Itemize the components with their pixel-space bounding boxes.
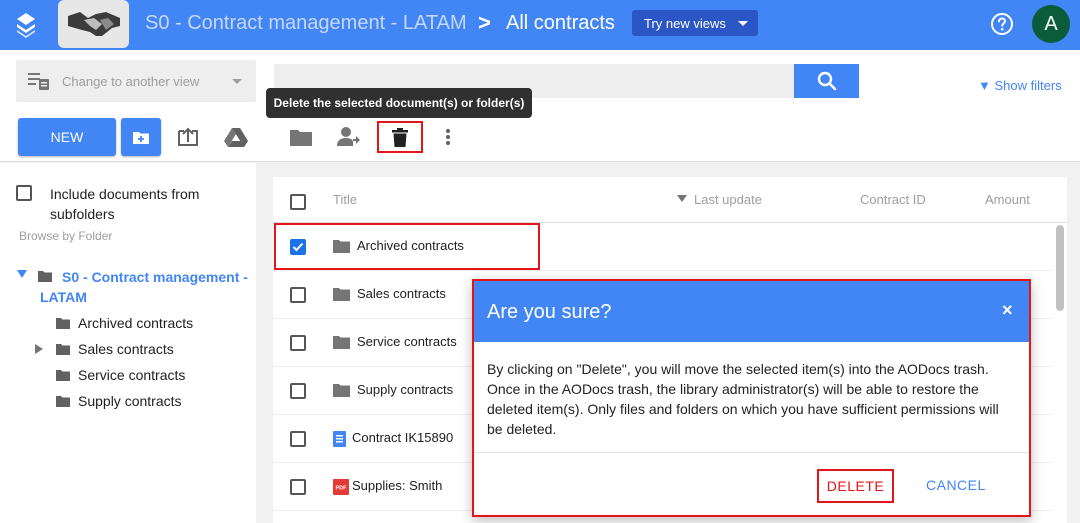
trash-icon bbox=[392, 127, 408, 147]
top-app-bar: S0 - Contract management - LATAM > All c… bbox=[0, 0, 1080, 50]
tree-item-service-contracts[interactable]: Service contracts bbox=[56, 365, 185, 385]
row-checkbox[interactable] bbox=[290, 335, 306, 351]
upload-icon[interactable] bbox=[176, 125, 200, 149]
cancel-button[interactable]: CANCEL bbox=[926, 477, 986, 493]
row-title[interactable]: Service contracts bbox=[357, 334, 457, 349]
right-gutter bbox=[1067, 163, 1080, 523]
folder-icon bbox=[333, 287, 350, 306]
row-title[interactable]: Supplies: Smith bbox=[352, 478, 442, 493]
try-new-views-button[interactable]: Try new views bbox=[632, 10, 758, 36]
folder-icon bbox=[56, 370, 70, 381]
more-options-icon[interactable] bbox=[436, 125, 460, 149]
folder-icon bbox=[333, 239, 350, 258]
view-title: All contracts bbox=[506, 12, 615, 34]
tree-item-label: Sales contracts bbox=[78, 341, 174, 357]
row-checkbox[interactable] bbox=[290, 287, 306, 303]
tree-root-library[interactable]: S0 - Contract management - LATAM bbox=[40, 267, 254, 307]
breadcrumb-separator: > bbox=[478, 10, 491, 35]
tree-collapse-icon[interactable] bbox=[17, 270, 27, 278]
tree-item-label: Archived contracts bbox=[78, 315, 194, 331]
try-new-views-label: Try new views bbox=[644, 15, 726, 31]
row-checkbox[interactable] bbox=[290, 239, 306, 255]
view-bar: Change to another view ▼ Show filters bbox=[0, 50, 1080, 112]
row-title[interactable]: Archived contracts bbox=[357, 238, 464, 253]
view-list-icon bbox=[28, 73, 49, 90]
table-header: Title Last update Contract ID Amount bbox=[273, 177, 1067, 223]
avatar[interactable]: A bbox=[1032, 5, 1070, 43]
new-button[interactable]: NEW bbox=[18, 118, 116, 156]
dialog-title: Are you sure? bbox=[487, 301, 612, 323]
tree-item-sales-contracts[interactable]: Sales contracts bbox=[56, 339, 174, 359]
checkmark-icon bbox=[292, 242, 304, 252]
delete-tooltip: Delete the selected document(s) or folde… bbox=[266, 88, 532, 118]
show-filters-link[interactable]: ▼ Show filters bbox=[978, 78, 1062, 93]
chevron-down-icon bbox=[232, 79, 242, 84]
table-row[interactable]: Archived contracts bbox=[273, 223, 1053, 271]
pdf-icon: PDF bbox=[333, 479, 349, 500]
tree-expand-icon[interactable] bbox=[35, 344, 43, 354]
new-folder-button[interactable] bbox=[121, 118, 161, 156]
google-doc-icon bbox=[333, 431, 346, 452]
library-title[interactable]: S0 - Contract management - LATAM bbox=[145, 12, 467, 35]
confirm-delete-button[interactable]: DELETE bbox=[817, 469, 894, 503]
svg-text:PDF: PDF bbox=[336, 486, 348, 492]
row-title[interactable]: Sales contracts bbox=[357, 286, 446, 301]
search-button[interactable] bbox=[794, 64, 859, 98]
table-scrollbar[interactable] bbox=[1056, 225, 1064, 311]
row-title[interactable]: Supply contracts bbox=[357, 382, 453, 397]
view-selector[interactable]: Change to another view bbox=[16, 60, 256, 102]
sort-desc-icon[interactable] bbox=[677, 195, 687, 202]
handshake-icon bbox=[67, 12, 120, 36]
tree-item-label: Service contracts bbox=[78, 367, 186, 383]
dialog-divider bbox=[474, 452, 1029, 453]
manage-permissions-icon[interactable] bbox=[337, 125, 361, 149]
folder-icon bbox=[56, 318, 70, 329]
column-contract-id[interactable]: Contract ID bbox=[860, 192, 926, 207]
folder-icon bbox=[56, 344, 70, 355]
row-checkbox[interactable] bbox=[290, 383, 306, 399]
action-toolbar: NEW bbox=[0, 112, 1080, 162]
close-icon[interactable]: × bbox=[1002, 300, 1013, 321]
row-checkbox[interactable] bbox=[290, 431, 306, 447]
dialog-header: Are you sure? × bbox=[474, 281, 1029, 342]
include-subfolders-checkbox[interactable] bbox=[16, 185, 32, 201]
column-amount[interactable]: Amount bbox=[985, 192, 1030, 207]
select-all-checkbox[interactable] bbox=[290, 194, 306, 210]
create-folder-icon bbox=[133, 132, 149, 144]
chevron-down-icon bbox=[737, 20, 748, 26]
library-logo[interactable] bbox=[58, 0, 129, 48]
delete-button[interactable] bbox=[377, 121, 423, 153]
folder-icon bbox=[56, 396, 70, 407]
aodocs-layers-icon[interactable] bbox=[14, 11, 38, 39]
row-title[interactable]: Contract IK15890 bbox=[352, 430, 453, 445]
tree-item-supply-contracts[interactable]: Supply contracts bbox=[56, 391, 182, 411]
search-icon bbox=[817, 71, 836, 91]
folder-sidebar: Include documents from subfolders Browse… bbox=[0, 163, 256, 523]
google-drive-icon[interactable] bbox=[224, 125, 248, 149]
confirm-delete-dialog: Are you sure? × By clicking on "Delete",… bbox=[472, 279, 1031, 517]
view-selector-label: Change to another view bbox=[62, 73, 200, 89]
tree-item-label: Supply contracts bbox=[78, 393, 182, 409]
column-title[interactable]: Title bbox=[333, 192, 357, 207]
folder-icon bbox=[333, 335, 350, 354]
move-to-folder-icon[interactable] bbox=[289, 125, 313, 149]
help-icon[interactable] bbox=[990, 12, 1014, 36]
column-last-update[interactable]: Last update bbox=[694, 192, 762, 207]
tree-item-archived-contracts[interactable]: Archived contracts bbox=[56, 313, 193, 333]
browse-by-folder-label: Browse by Folder bbox=[19, 229, 113, 243]
dialog-message: By clicking on "Delete", you will move t… bbox=[487, 361, 999, 437]
include-subfolders-label: Include documents from subfolders bbox=[50, 186, 200, 222]
folder-icon bbox=[333, 383, 350, 402]
row-checkbox[interactable] bbox=[290, 479, 306, 495]
